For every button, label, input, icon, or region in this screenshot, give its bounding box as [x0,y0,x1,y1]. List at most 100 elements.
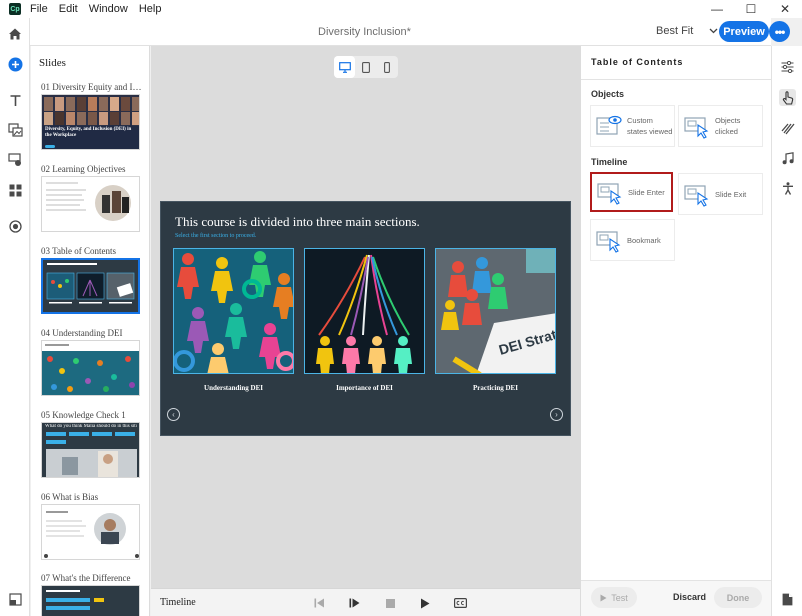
slide-label: 03 Table of Contents [41,246,116,256]
preview-button[interactable]: Preview [719,21,769,42]
dei-strategy-image [436,249,555,373]
section-caption: Importance of DEI [336,384,393,392]
section-card-importance-of-dei[interactable] [304,248,425,374]
panel-title: Table of Contents [591,57,684,67]
slide-exit-icon [683,180,711,208]
slide-preview [41,176,140,232]
slide-1-thumbnail-title: Diversity, Equity, and Inclusion (DEI) i… [45,127,132,138]
accessibility-icon[interactable] [779,180,796,197]
trigger-slide-exit[interactable]: Slide Exit [679,174,762,214]
menu-help[interactable]: Help [139,3,162,15]
panel-divider [581,79,772,80]
play-icon[interactable] [417,595,433,611]
slide-preview [41,585,140,616]
audio-icon[interactable] [779,150,796,167]
captions-icon[interactable] [452,595,468,611]
arrows-figures-image [305,249,424,373]
slide-heading: This course is divided into three main s… [175,214,420,229]
chevron-down-icon [709,28,718,34]
bookmark-icon [595,226,623,254]
more-options-button[interactable]: ••• [769,21,790,42]
slide-preview [41,504,140,560]
slide-label: 02 Learning Objectives [41,164,126,174]
section-card-understanding-dei[interactable] [173,248,294,374]
desktop-view-button[interactable] [334,56,356,78]
timeline-label: Timeline [160,597,196,608]
properties-icon[interactable] [779,58,796,75]
slide-label: 07 What's the Difference [41,573,131,583]
interactions-icon[interactable] [7,152,23,168]
slide-table-of-contents: This course is divided into three main s… [160,201,571,436]
device-switcher [334,56,398,78]
slide-label: 01 Diversity Equity and Inclusion (DEI) … [41,82,145,92]
trigger-custom-states-viewed[interactable]: Custom states viewed [591,106,674,146]
slide-preview-selected [41,258,140,314]
zoom-fit-select[interactable]: Best Fit [656,25,718,37]
trigger-label: Bookmark [627,235,661,245]
app-logo: Cp [9,3,21,15]
minimize-button[interactable]: — [700,2,734,16]
trigger-label: Slide Exit [715,189,747,199]
stage-canvas: This course is divided into three main s… [151,46,580,616]
slide-label: 06 What is Bias [41,492,99,502]
trigger-label: Slide Enter [628,187,665,197]
section-caption: Understanding DEI [204,384,263,392]
slide-label: 05 Knowledge Check 1 [41,410,126,420]
menu-window[interactable]: Window [89,3,128,15]
text-icon[interactable] [7,92,23,108]
close-button[interactable]: ✕ [768,2,802,16]
trigger-objects-clicked[interactable]: Objects clicked [679,106,762,146]
trigger-slide-enter[interactable]: Slide Enter [590,172,673,212]
test-label: Test [611,592,628,603]
right-rail [771,46,802,616]
animations-icon[interactable] [779,120,796,137]
menu-file[interactable]: File [30,3,48,15]
notes-icon[interactable] [779,591,796,608]
timeline-bar: Timeline [151,588,580,616]
tablet-view-button[interactable] [355,56,376,78]
section-caption: Practicing DEI [473,384,518,392]
section-card-practicing-dei[interactable]: DEI Strat [435,248,556,374]
menu-bar: File Edit Window Help [30,3,172,15]
mobile-view-button[interactable] [377,56,398,78]
desktop-icon [338,61,351,73]
window-controls: — ☐ ✕ [700,0,802,18]
test-button[interactable]: Test [591,587,637,608]
interactions-panel: Table of Contents Objects Custom states … [580,46,772,616]
slide-label: 04 Understanding DEI [41,328,123,338]
record-icon[interactable] [7,218,23,234]
top-toolbar: Diversity Inclusion* Best Fit Preview [30,18,771,46]
skip-back-icon[interactable] [311,595,327,611]
home-icon[interactable] [7,26,23,42]
interactions-tab-icon[interactable] [779,89,796,106]
discard-button[interactable]: Discard [673,592,706,602]
slide-instruction: Select the first section to proceed. [175,233,257,239]
panel-toggle-icon[interactable] [7,591,23,607]
slides-panel: Slides 01 Diversity Equity and Inclusion… [31,46,150,616]
slide-5-thumbnail-question: What do you think Malia should do in thi… [45,424,137,429]
step-forward-icon[interactable] [346,595,362,611]
objects-section-label: Objects [591,89,625,99]
slides-panel-heading: Slides [39,57,66,69]
slide-preview: What do you think Malia should do in thi… [41,422,140,478]
tablet-icon [362,61,370,73]
trigger-bookmark[interactable]: Bookmark [591,220,674,260]
menu-edit[interactable]: Edit [59,3,78,15]
stop-icon[interactable] [382,595,398,611]
slide-enter-icon [596,178,624,206]
slide-preview: Diversity, Equity, and Inclusion (DEI) i… [41,94,140,150]
timeline-section-label: Timeline [591,157,628,167]
done-button[interactable]: Done [714,587,762,608]
add-icon[interactable] [7,56,23,72]
next-arrow-icon[interactable]: › [550,408,563,421]
prev-arrow-icon[interactable]: ‹ [167,408,180,421]
widgets-icon[interactable] [7,182,23,198]
trigger-label: Custom states viewed [627,116,673,136]
media-icon[interactable] [7,122,23,138]
custom-states-icon [595,112,623,140]
document-title: Diversity Inclusion* [318,26,411,38]
maximize-button[interactable]: ☐ [734,2,768,16]
panel-footer: Test Discard Done [581,580,772,616]
play-icon [600,594,607,601]
left-rail [0,18,30,616]
